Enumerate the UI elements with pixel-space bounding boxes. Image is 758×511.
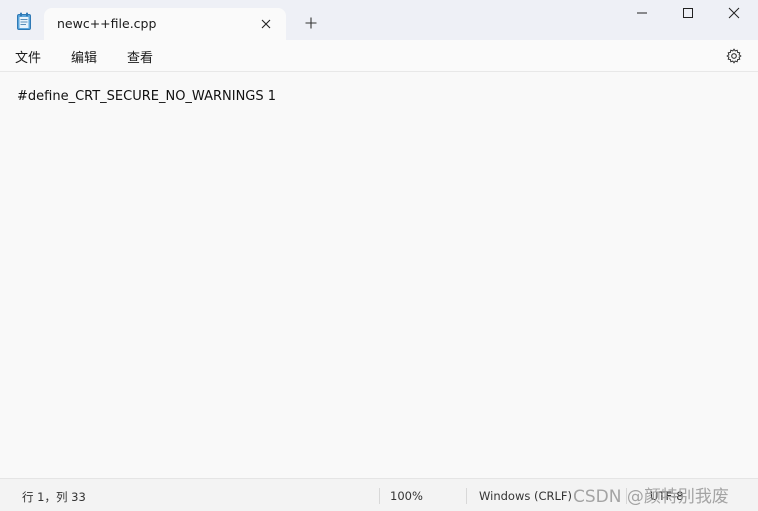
menu-view[interactable]: 查看: [127, 47, 153, 66]
line-ending: Windows (CRLF): [479, 489, 573, 503]
status-divider: [466, 488, 467, 504]
notepad-icon: [16, 12, 32, 30]
menu-edit[interactable]: 编辑: [71, 47, 97, 66]
menu-bar: 文件 编辑 查看: [0, 40, 758, 72]
watermark: CSDN @颜特别我废: [573, 487, 729, 507]
close-icon[interactable]: [256, 14, 276, 34]
tab-current-file[interactable]: newc++file.cpp: [44, 8, 286, 40]
text-editor[interactable]: #define_CRT_SECURE_NO_WARNINGS 1: [0, 72, 758, 478]
zoom-level: 100%: [390, 489, 423, 503]
maximize-icon[interactable]: [665, 0, 711, 26]
editor-content: #define_CRT_SECURE_NO_WARNINGS 1: [17, 89, 277, 104]
status-divider: [379, 488, 380, 504]
menu-file[interactable]: 文件: [15, 47, 41, 66]
cursor-position: 行 1，列 33: [22, 490, 86, 504]
notepad-window: newc++file.cpp 文件 编辑 查看 #define_CRT_SECU…: [0, 0, 758, 511]
title-bar: newc++file.cpp: [0, 0, 758, 40]
minimize-icon[interactable]: [619, 0, 665, 26]
tab-title: newc++file.cpp: [57, 16, 157, 31]
gear-icon[interactable]: [724, 46, 744, 66]
plus-icon[interactable]: [300, 12, 322, 34]
close-window-icon[interactable]: [711, 0, 757, 26]
